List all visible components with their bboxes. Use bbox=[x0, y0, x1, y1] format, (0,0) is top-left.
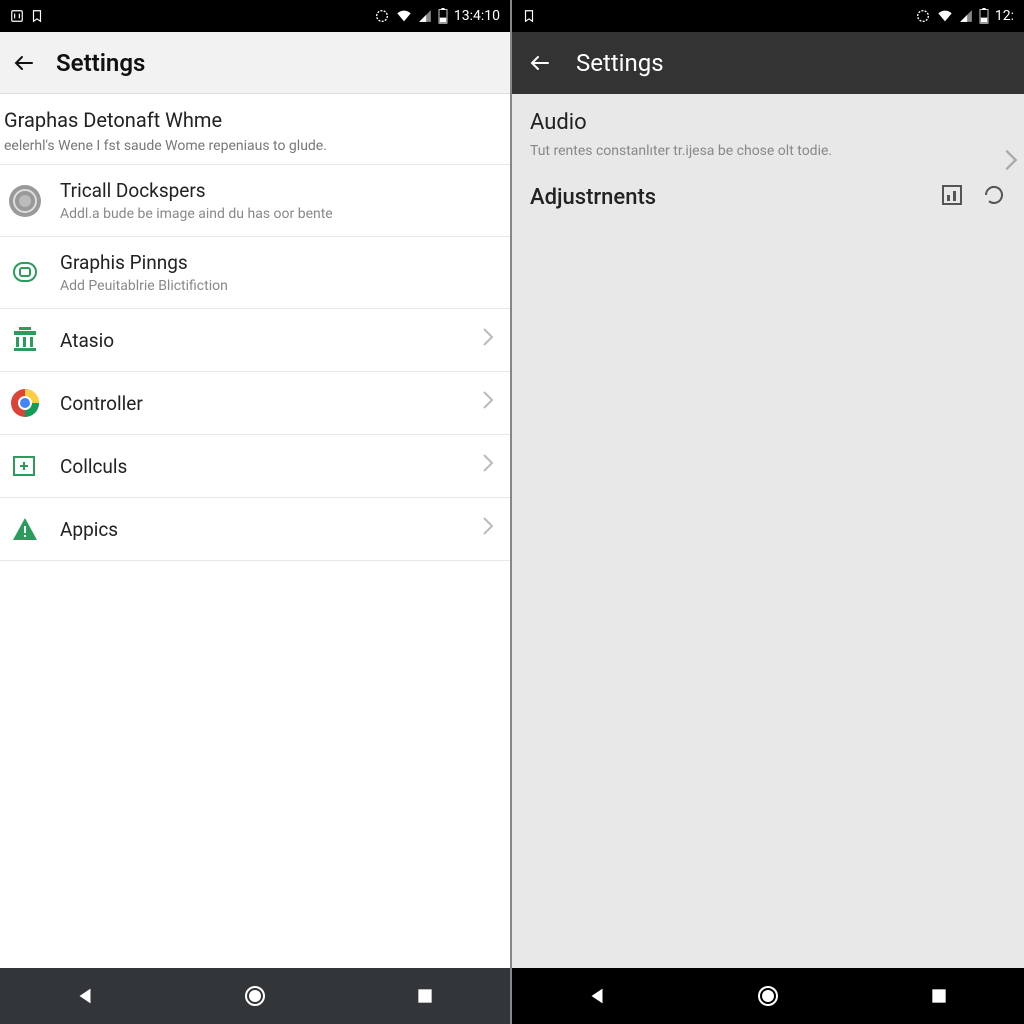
chevron-right-icon bbox=[482, 390, 494, 416]
nfc-icon bbox=[10, 9, 24, 23]
chevron-right-icon bbox=[482, 516, 494, 542]
wifi-icon bbox=[937, 9, 953, 23]
section-header: Graphas Detonaft Whme eelerhl's Wene I f… bbox=[0, 94, 510, 164]
row-atasio[interactable]: Atasio bbox=[0, 308, 510, 371]
nav-bar bbox=[0, 968, 510, 1024]
bookmark-icon bbox=[30, 9, 44, 23]
warning-icon bbox=[8, 512, 42, 546]
chrome-icon bbox=[8, 386, 42, 420]
nav-home-button[interactable] bbox=[215, 984, 295, 1008]
chevron-right-icon bbox=[1004, 148, 1018, 179]
row-controller[interactable]: Controller bbox=[0, 371, 510, 434]
row-title: Appics bbox=[60, 518, 464, 541]
phone-right: 12: Settings Audio Tut rentes constanlıt… bbox=[512, 0, 1024, 1024]
chevron-right-icon bbox=[482, 327, 494, 353]
section-subtitle: eelerhl's Wene I fst saude Wome repeniau… bbox=[4, 138, 498, 154]
appbar: Settings bbox=[512, 32, 1024, 94]
wifi-icon bbox=[396, 9, 412, 23]
row-title: Tricall Dockspers bbox=[60, 179, 494, 202]
chart-icon bbox=[940, 183, 964, 211]
status-bar: 12: bbox=[512, 0, 1024, 32]
status-bar: 13:4:10 bbox=[0, 0, 510, 32]
phone-left: 13:4:10 Settings Graphas Detonaft Whme e… bbox=[0, 0, 512, 1024]
battery-icon bbox=[438, 8, 448, 24]
settings-list: Graphas Detonaft Whme eelerhl's Wene I f… bbox=[0, 94, 510, 968]
status-time: 12: bbox=[995, 8, 1014, 24]
coin-icon bbox=[8, 184, 42, 218]
nav-bar bbox=[512, 968, 1024, 1024]
nav-back-button[interactable] bbox=[557, 985, 637, 1007]
nav-recent-button[interactable] bbox=[899, 986, 979, 1006]
bookmark-icon bbox=[522, 9, 536, 23]
row-subtitle: Addl.a bude be image aind du has oor ben… bbox=[60, 206, 494, 222]
bank-icon bbox=[8, 323, 42, 357]
battery-icon bbox=[979, 8, 989, 24]
row-title: Graphis Pinngs bbox=[60, 251, 494, 274]
settings-content: Audio Tut rentes constanlıter tr.ijesa b… bbox=[512, 94, 1024, 968]
shield-icon bbox=[8, 256, 42, 290]
sync-icon bbox=[374, 8, 390, 24]
row-collculs[interactable]: Collculs bbox=[0, 434, 510, 497]
adjustments-row[interactable]: Adjustrnents bbox=[512, 173, 1024, 221]
row-subtitle: Add Peuitablrie Blictifiction bbox=[60, 278, 494, 294]
row-appics[interactable]: Appics bbox=[0, 497, 510, 561]
appbar-title: Settings bbox=[56, 49, 145, 77]
audio-row[interactable]: Audio Tut rentes constanlıter tr.ijesa b… bbox=[512, 94, 1024, 173]
back-button[interactable] bbox=[12, 51, 36, 75]
audio-title: Audio bbox=[530, 110, 1006, 135]
appbar-title: Settings bbox=[576, 49, 664, 77]
section-title: Graphas Detonaft Whme bbox=[4, 108, 498, 132]
row-tricall[interactable]: Tricall Dockspers Addl.a bude be image a… bbox=[0, 164, 510, 236]
signal-icon bbox=[959, 9, 973, 23]
row-title: Atasio bbox=[60, 329, 464, 352]
appbar: Settings bbox=[0, 32, 510, 94]
back-button[interactable] bbox=[528, 51, 552, 75]
sync-icon bbox=[915, 8, 931, 24]
refresh-icon bbox=[982, 183, 1006, 211]
status-time: 13:4:10 bbox=[454, 8, 500, 24]
row-graphis[interactable]: Graphis Pinngs Add Peuitablrie Blictific… bbox=[0, 236, 510, 308]
nav-back-button[interactable] bbox=[45, 985, 125, 1007]
nav-recent-button[interactable] bbox=[385, 986, 465, 1006]
row-title: Collculs bbox=[60, 455, 464, 478]
nav-home-button[interactable] bbox=[728, 984, 808, 1008]
adjustments-title: Adjustrnents bbox=[530, 185, 656, 210]
row-title: Controller bbox=[60, 392, 464, 415]
plus-box-icon bbox=[8, 449, 42, 483]
chevron-right-icon bbox=[482, 453, 494, 479]
signal-icon bbox=[418, 9, 432, 23]
audio-subtitle: Tut rentes constanlıter tr.ijesa be chos… bbox=[530, 143, 1006, 159]
